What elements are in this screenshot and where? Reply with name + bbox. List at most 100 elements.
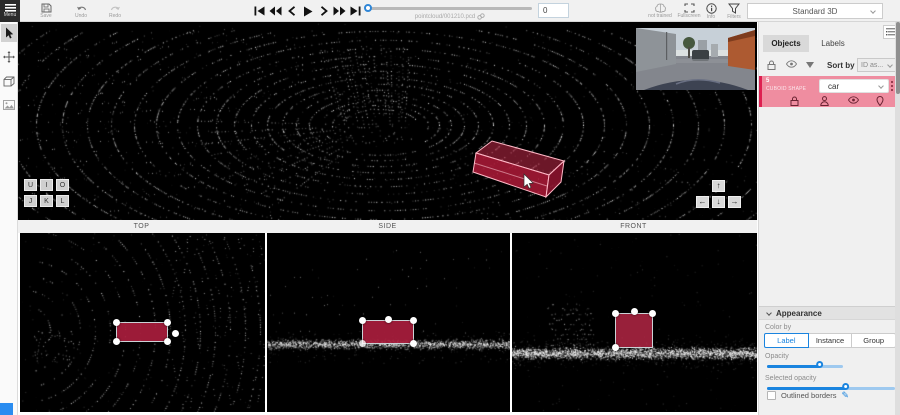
- tab-labels[interactable]: Labels: [813, 35, 853, 52]
- color-by-group-button[interactable]: Group: [852, 333, 896, 348]
- resize-handle[interactable]: [410, 340, 417, 347]
- object-card-car[interactable]: 5 CUBOID SHAPE car: [759, 76, 898, 107]
- pin-icon[interactable]: [876, 96, 884, 106]
- opacity-slider-handle[interactable]: [816, 361, 823, 368]
- arrow-up-button[interactable]: ↑: [712, 180, 725, 192]
- resize-handle[interactable]: [612, 344, 619, 351]
- resize-handle[interactable]: [631, 308, 638, 315]
- playback-controls: [253, 0, 362, 22]
- tool-cuboid-button[interactable]: [1, 72, 17, 90]
- appearance-header[interactable]: Appearance: [759, 306, 900, 320]
- skip-end-button[interactable]: [349, 3, 362, 19]
- side-view[interactable]: [267, 233, 510, 412]
- view-mode-select[interactable]: Standard 3D: [747, 3, 883, 19]
- rotate-handle[interactable]: [172, 330, 179, 337]
- selected-opacity-slider-handle[interactable]: [843, 383, 850, 390]
- pan-icon: [3, 51, 15, 63]
- arrow-right-button[interactable]: →: [728, 196, 741, 208]
- chevron-down-icon: [878, 83, 884, 89]
- resize-handle[interactable]: [359, 317, 366, 324]
- resize-handle[interactable]: [164, 338, 171, 345]
- hotkey-l-button[interactable]: L: [56, 195, 69, 207]
- person-icon[interactable]: [820, 96, 829, 106]
- sort-select[interactable]: ID as...: [857, 58, 896, 72]
- not-trained-button[interactable]: not trained: [646, 0, 674, 22]
- main-3d-view[interactable]: U I O J K L ↑ ← ↓ →: [18, 22, 757, 220]
- fast-forward-button[interactable]: [333, 3, 346, 19]
- tool-image-button[interactable]: [1, 96, 17, 114]
- scrollbar-thumb[interactable]: [896, 22, 900, 94]
- filters-button[interactable]: Filters: [722, 0, 746, 22]
- resize-handle[interactable]: [164, 319, 171, 326]
- frame-slider[interactable]: [368, 7, 532, 10]
- undo-label: Undo: [75, 14, 87, 19]
- selected-opacity-slider[interactable]: [767, 387, 895, 390]
- tool-pan-button[interactable]: [1, 48, 17, 66]
- outlined-borders-checkbox[interactable]: [767, 391, 776, 400]
- save-icon: [41, 3, 52, 13]
- lock-icon[interactable]: [790, 96, 799, 106]
- info-button[interactable]: Info: [700, 0, 722, 22]
- outlined-borders-row: Outlined borders ✎: [767, 391, 849, 400]
- skip-start-button[interactable]: [253, 3, 266, 19]
- top-view[interactable]: [20, 233, 265, 412]
- filename-label: pointcloud/001210.pcd: [415, 14, 475, 20]
- tab-objects[interactable]: Objects: [763, 35, 809, 52]
- top-toolbar: Menu Save Undo Redo pointcloud/001210.pc…: [0, 0, 900, 22]
- next-frame-button[interactable]: [317, 3, 330, 19]
- color-by-instance-button[interactable]: Instance: [809, 333, 853, 348]
- cuboid-icon: [3, 76, 15, 87]
- arrow-down-button[interactable]: ↓: [712, 196, 725, 208]
- resize-handle[interactable]: [612, 310, 619, 317]
- hotkey-j-button[interactable]: J: [24, 195, 37, 207]
- front-view[interactable]: [512, 233, 757, 412]
- object-id: 5: [766, 78, 769, 84]
- redo-label: Redo: [109, 14, 121, 19]
- selection-box-side[interactable]: [362, 320, 414, 344]
- selection-box-top[interactable]: [116, 322, 168, 342]
- class-value: car: [828, 82, 839, 91]
- selection-box-front[interactable]: [615, 313, 653, 348]
- play-button[interactable]: [301, 3, 314, 19]
- color-by-label-button[interactable]: Label: [764, 333, 809, 348]
- hotkey-o-button[interactable]: O: [56, 179, 69, 191]
- caret-down-icon[interactable]: [806, 62, 814, 68]
- filters-icon: [728, 3, 740, 14]
- save-button[interactable]: Save: [34, 0, 58, 22]
- frame-slider-handle[interactable]: [364, 4, 372, 12]
- opacity-slider[interactable]: [767, 365, 843, 368]
- color-by-group: Label Instance Group: [764, 333, 896, 348]
- resize-handle[interactable]: [113, 338, 120, 345]
- resize-handle[interactable]: [410, 317, 417, 324]
- prev-frame-button[interactable]: [285, 3, 298, 19]
- view-label-side: SIDE: [265, 223, 510, 230]
- panel-scrollbar[interactable]: [895, 22, 900, 415]
- resize-handle[interactable]: [385, 316, 392, 323]
- next-frame-icon: [320, 6, 328, 16]
- fast-backward-button[interactable]: [269, 3, 282, 19]
- camera-preview[interactable]: [636, 28, 755, 90]
- hotkey-i-button[interactable]: I: [40, 179, 53, 191]
- resize-handle[interactable]: [649, 310, 656, 317]
- tool-select-button[interactable]: [1, 24, 17, 42]
- pencil-icon[interactable]: ✎: [841, 391, 849, 400]
- class-select[interactable]: car: [819, 79, 889, 93]
- selected-cuboid[interactable]: [473, 141, 564, 197]
- lock-icon[interactable]: [767, 60, 776, 70]
- color-by-label: Color by: [765, 324, 791, 331]
- hotkey-u-button[interactable]: U: [24, 179, 37, 191]
- hotkey-k-button[interactable]: K: [40, 195, 53, 207]
- resize-handle[interactable]: [359, 340, 366, 347]
- menu-button[interactable]: Menu: [0, 0, 20, 22]
- help-button[interactable]: [0, 403, 13, 415]
- eye-icon[interactable]: [848, 96, 859, 104]
- undo-button[interactable]: Undo: [68, 0, 94, 22]
- resize-handle[interactable]: [113, 319, 120, 326]
- fullscreen-button[interactable]: Fullscreen: [676, 0, 702, 22]
- frame-input[interactable]: [538, 3, 569, 18]
- arrow-left-button[interactable]: ←: [696, 196, 709, 208]
- chevron-down-icon: [887, 62, 893, 68]
- link-icon[interactable]: [477, 13, 485, 20]
- redo-button[interactable]: Redo: [102, 0, 128, 22]
- eye-icon[interactable]: [786, 60, 797, 68]
